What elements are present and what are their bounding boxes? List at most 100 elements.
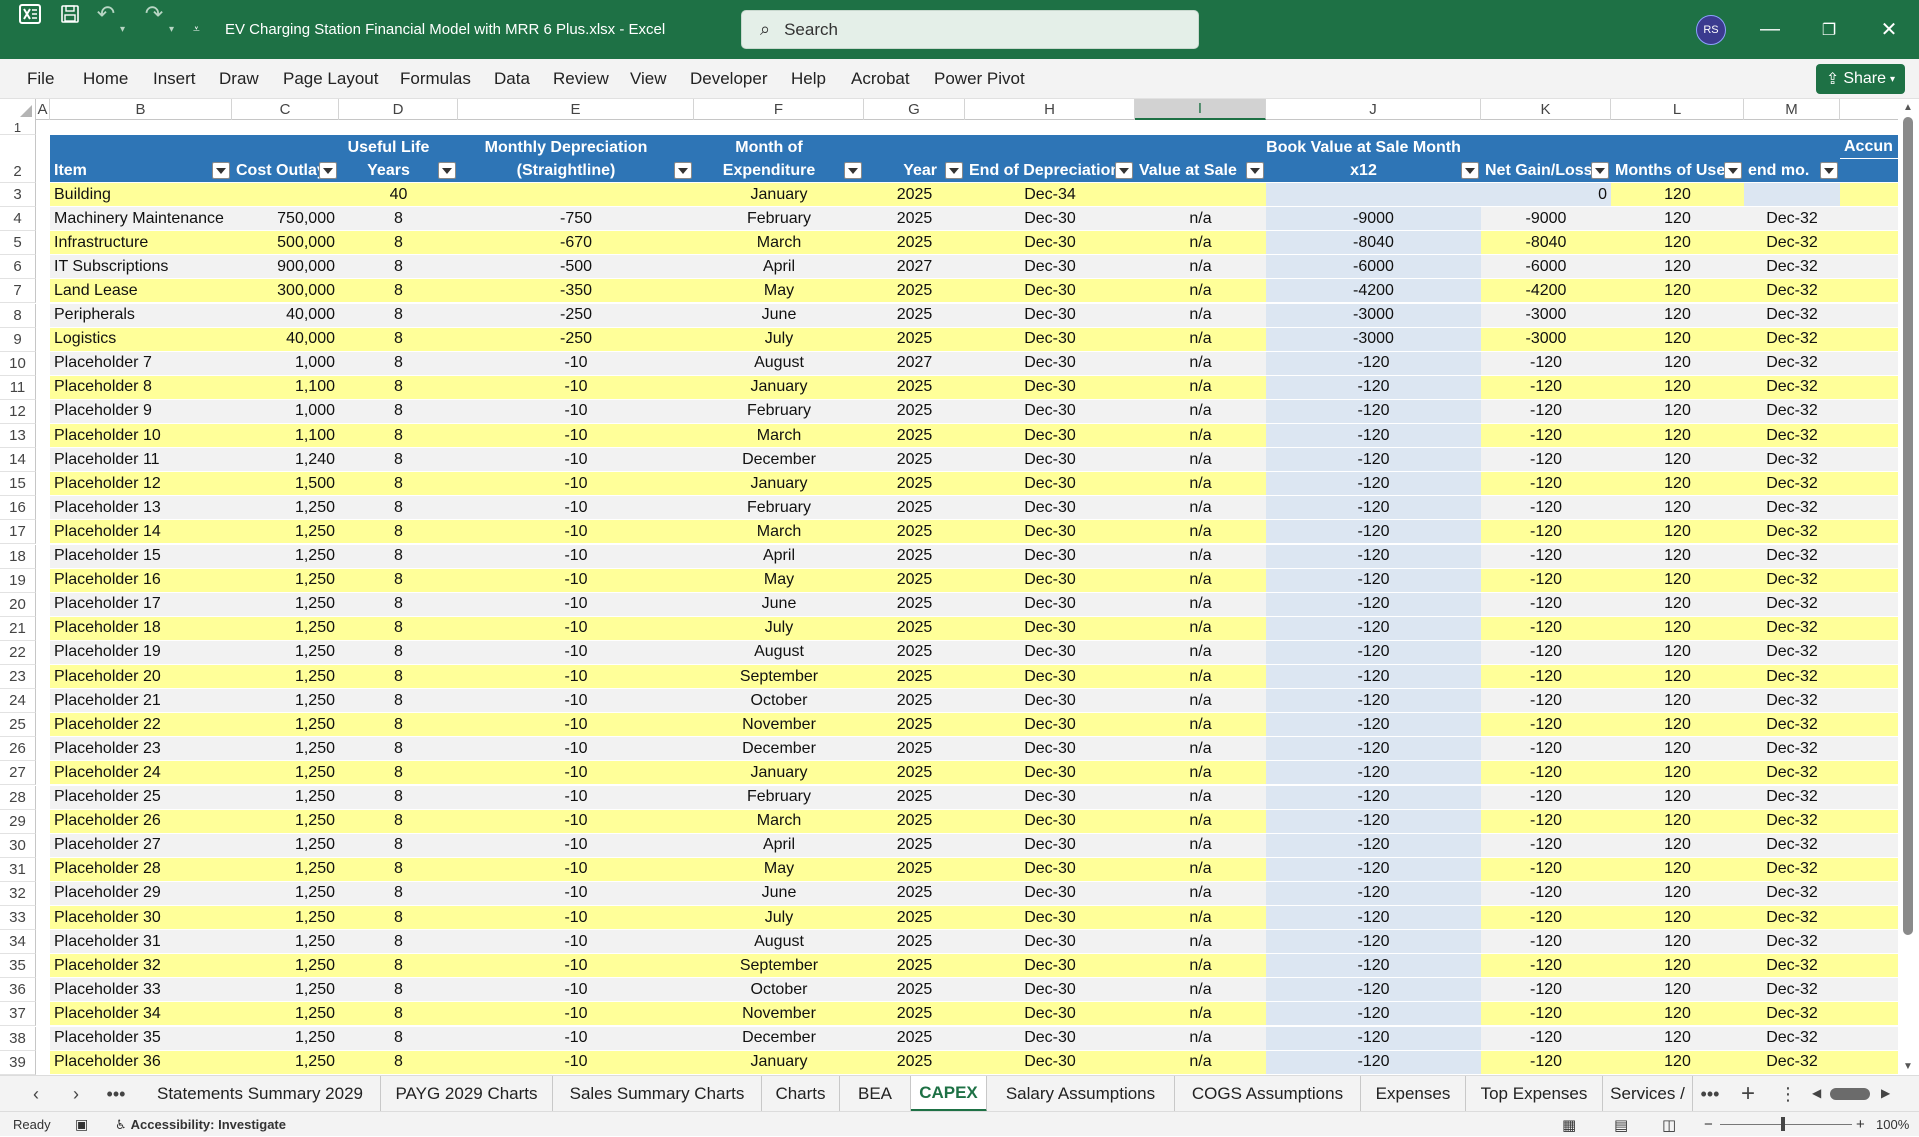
cell-book-value[interactable]: -120 bbox=[1266, 785, 1481, 810]
cell-depreciation[interactable]: -10 bbox=[458, 351, 694, 376]
cell-accumulated[interactable] bbox=[1840, 496, 1898, 521]
cell-accumulated[interactable] bbox=[1840, 954, 1898, 979]
cell-end[interactable]: Dec-30 bbox=[965, 785, 1135, 810]
cell-item[interactable]: Machinery Maintenance bbox=[50, 207, 232, 232]
cell-cost[interactable]: 1,240 bbox=[232, 448, 339, 473]
cell-net-gain[interactable]: -120 bbox=[1481, 857, 1611, 882]
cell-net-gain[interactable]: -120 bbox=[1481, 1050, 1611, 1075]
scroll-up-icon[interactable]: ▲ bbox=[1903, 102, 1913, 113]
cell-months-of-use[interactable]: 120 bbox=[1611, 978, 1744, 1003]
cell-months-of-use[interactable]: 120 bbox=[1611, 568, 1744, 593]
column-header-e[interactable]: E bbox=[458, 99, 694, 120]
filter-dropdown-icon[interactable] bbox=[319, 162, 337, 179]
cell-life[interactable]: 8 bbox=[339, 761, 458, 786]
cell-value-at-sale[interactable]: n/a bbox=[1135, 568, 1266, 593]
cell-value-at-sale[interactable]: n/a bbox=[1135, 279, 1266, 304]
filter-dropdown-icon[interactable] bbox=[1591, 162, 1609, 179]
cell-end[interactable]: Dec-30 bbox=[965, 1050, 1135, 1075]
cell-accumulated[interactable] bbox=[1840, 1050, 1898, 1075]
cell-life[interactable]: 8 bbox=[339, 906, 458, 931]
cell-cost[interactable]: 1,250 bbox=[232, 640, 339, 665]
cell-value-at-sale[interactable]: n/a bbox=[1135, 472, 1266, 497]
cell-book-value[interactable]: -120 bbox=[1266, 616, 1481, 641]
cell-cost[interactable]: 1,250 bbox=[232, 520, 339, 545]
cell-end-mo[interactable]: Dec-32 bbox=[1744, 906, 1840, 931]
sheet-tab-payg-2029-charts[interactable]: PAYG 2029 Charts bbox=[381, 1076, 553, 1112]
cell-accumulated[interactable] bbox=[1840, 424, 1898, 449]
cell-month[interactable]: August bbox=[694, 930, 864, 955]
horizontal-scroll-thumb[interactable] bbox=[1830, 1088, 1870, 1100]
cell-accumulated[interactable] bbox=[1840, 448, 1898, 473]
cell-item[interactable]: Placeholder 27 bbox=[50, 833, 232, 858]
cell-life[interactable]: 8 bbox=[339, 857, 458, 882]
cell-cost[interactable]: 1,250 bbox=[232, 857, 339, 882]
cell-accumulated[interactable] bbox=[1840, 568, 1898, 593]
cell-months-of-use[interactable]: 120 bbox=[1611, 761, 1744, 786]
cell-year[interactable]: 2025 bbox=[864, 183, 965, 208]
cell-end-mo[interactable]: Dec-32 bbox=[1744, 544, 1840, 569]
redo-icon[interactable]: ↷ bbox=[140, 0, 168, 28]
cell-value-at-sale[interactable]: n/a bbox=[1135, 906, 1266, 931]
cell-book-value[interactable]: -120 bbox=[1266, 351, 1481, 376]
cell-value-at-sale[interactable]: n/a bbox=[1135, 303, 1266, 328]
cell-accumulated[interactable] bbox=[1840, 689, 1898, 714]
sheet-tab-statements-summary-2029[interactable]: Statements Summary 2029 bbox=[140, 1076, 381, 1112]
cell-life[interactable]: 8 bbox=[339, 833, 458, 858]
cell-month[interactable]: December bbox=[694, 737, 864, 762]
cell-life[interactable]: 8 bbox=[339, 448, 458, 473]
cell-depreciation[interactable]: -10 bbox=[458, 1026, 694, 1051]
redo-dropdown-icon[interactable]: ▾ bbox=[169, 0, 174, 59]
cell-cost[interactable]: 1,250 bbox=[232, 761, 339, 786]
cell-item[interactable]: Placeholder 28 bbox=[50, 857, 232, 882]
cell-cost[interactable]: 40,000 bbox=[232, 327, 339, 352]
cell-net-gain[interactable]: -9000 bbox=[1481, 207, 1611, 232]
cell-life[interactable]: 8 bbox=[339, 231, 458, 256]
cell-end-mo[interactable]: Dec-32 bbox=[1744, 520, 1840, 545]
cell-end-mo[interactable]: Dec-32 bbox=[1744, 568, 1840, 593]
cell-cost[interactable]: 1,500 bbox=[232, 472, 339, 497]
cell-item[interactable]: Placeholder 14 bbox=[50, 520, 232, 545]
cell-months-of-use[interactable]: 120 bbox=[1611, 785, 1744, 810]
cell-depreciation[interactable]: -10 bbox=[458, 857, 694, 882]
cell-month[interactable]: February bbox=[694, 496, 864, 521]
cell-accumulated[interactable] bbox=[1840, 592, 1898, 617]
cell-life[interactable]: 8 bbox=[339, 520, 458, 545]
cell-month[interactable]: July bbox=[694, 616, 864, 641]
search-box[interactable]: ⌕ Search bbox=[741, 10, 1199, 49]
cell-year[interactable]: 2025 bbox=[864, 375, 965, 400]
cell-cost[interactable]: 40,000 bbox=[232, 303, 339, 328]
cell-net-gain[interactable]: -120 bbox=[1481, 568, 1611, 593]
cell-value-at-sale[interactable]: n/a bbox=[1135, 833, 1266, 858]
cell-value-at-sale[interactable] bbox=[1135, 183, 1266, 208]
cell-cost[interactable]: 1,250 bbox=[232, 689, 339, 714]
cell-net-gain[interactable]: -120 bbox=[1481, 906, 1611, 931]
cell-cost[interactable]: 1,250 bbox=[232, 665, 339, 690]
cell-month[interactable]: December bbox=[694, 448, 864, 473]
cell-life[interactable]: 8 bbox=[339, 785, 458, 810]
row-header[interactable]: 11 bbox=[0, 375, 36, 400]
cell-end-mo[interactable]: Dec-32 bbox=[1744, 592, 1840, 617]
cell-months-of-use[interactable]: 120 bbox=[1611, 424, 1744, 449]
cell-depreciation[interactable]: -10 bbox=[458, 930, 694, 955]
cell-end-mo[interactable]: Dec-32 bbox=[1744, 351, 1840, 376]
cell-end-mo[interactable]: Dec-32 bbox=[1744, 255, 1840, 280]
cell-year[interactable]: 2027 bbox=[864, 351, 965, 376]
cell-year[interactable]: 2025 bbox=[864, 231, 965, 256]
cell-month[interactable]: January bbox=[694, 472, 864, 497]
cell-months-of-use[interactable]: 120 bbox=[1611, 207, 1744, 232]
cell-months-of-use[interactable]: 120 bbox=[1611, 520, 1744, 545]
cell-cost[interactable]: 1,100 bbox=[232, 424, 339, 449]
row-header[interactable]: 34 bbox=[0, 930, 36, 955]
cell-depreciation[interactable]: -10 bbox=[458, 472, 694, 497]
cell-cost[interactable]: 1,250 bbox=[232, 809, 339, 834]
cell-year[interactable]: 2025 bbox=[864, 809, 965, 834]
cell-month[interactable]: May bbox=[694, 857, 864, 882]
tab-prev-icon[interactable]: ‹ bbox=[16, 1076, 56, 1112]
cell-month[interactable]: June bbox=[694, 592, 864, 617]
cell-book-value[interactable]: -120 bbox=[1266, 592, 1481, 617]
cell-life[interactable]: 8 bbox=[339, 954, 458, 979]
cell-accumulated[interactable] bbox=[1840, 809, 1898, 834]
cell-depreciation[interactable]: -750 bbox=[458, 207, 694, 232]
cell-end[interactable]: Dec-30 bbox=[965, 906, 1135, 931]
cell-accumulated[interactable] bbox=[1840, 1002, 1898, 1027]
